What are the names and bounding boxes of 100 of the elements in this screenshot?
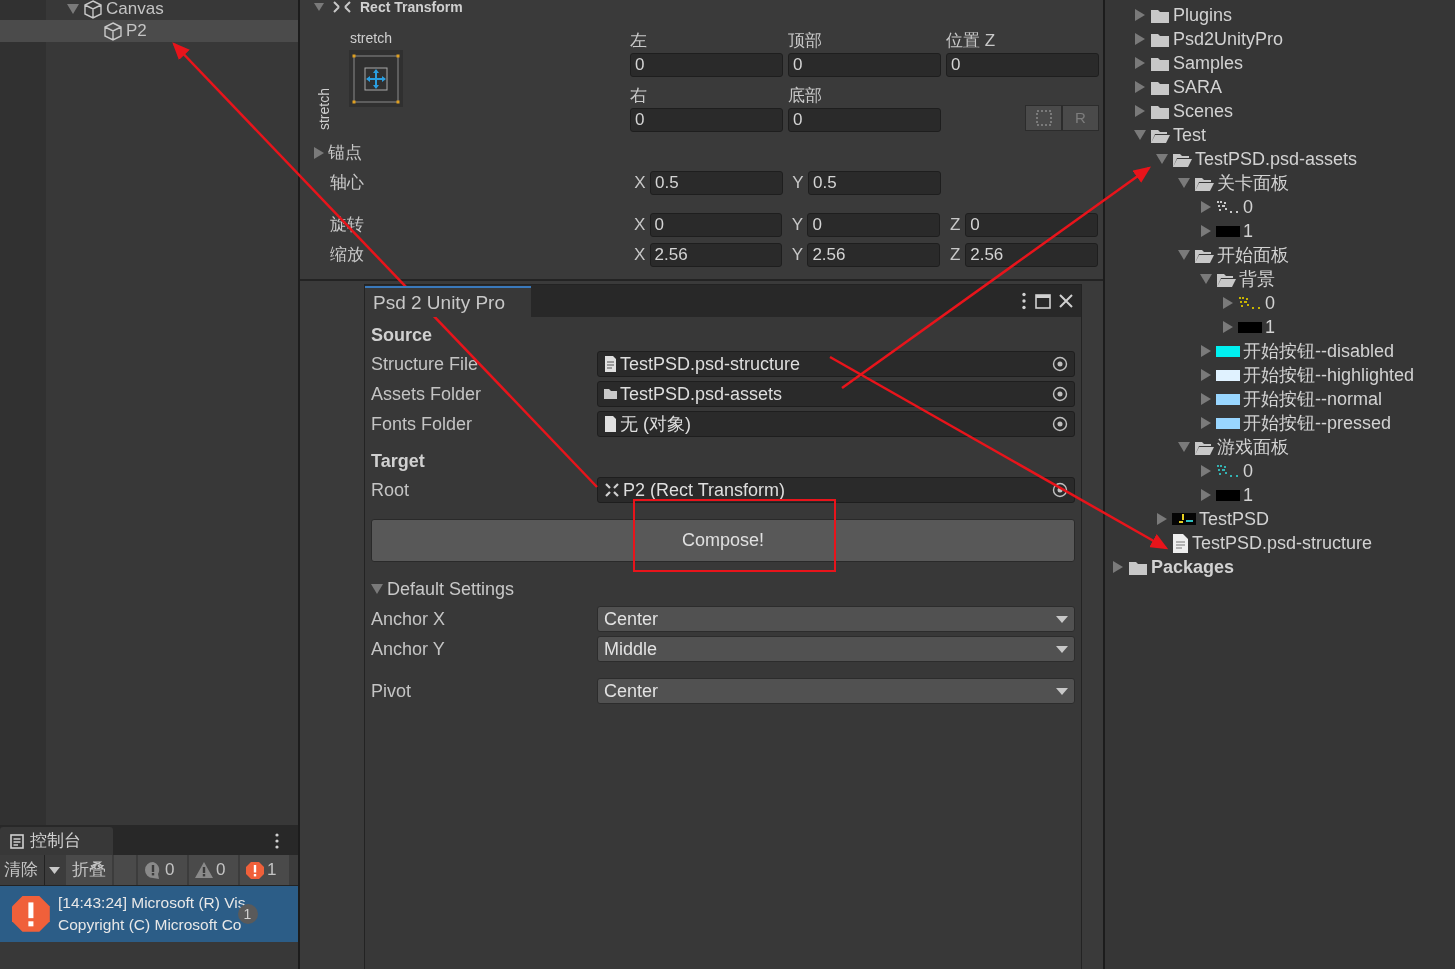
field-label: 顶部 bbox=[788, 30, 823, 52]
object-picker-icon[interactable] bbox=[1052, 386, 1068, 402]
sprite-thumbnail bbox=[1172, 513, 1196, 525]
object-field[interactable]: P2 (Rect Transform) bbox=[597, 477, 1075, 503]
hierarchy-item[interactable]: P2 bbox=[0, 20, 298, 42]
folder-icon bbox=[604, 387, 617, 401]
info-icon bbox=[144, 860, 162, 880]
expanded-arrow-icon[interactable] bbox=[1178, 250, 1190, 260]
document-icon bbox=[1172, 532, 1189, 554]
number-field[interactable]: 0.5 bbox=[650, 171, 783, 195]
collapsed-arrow-icon[interactable] bbox=[1113, 561, 1123, 573]
error-icon bbox=[12, 894, 52, 934]
number-field[interactable]: 0 bbox=[788, 53, 941, 77]
info-filter-toggle[interactable]: 0 bbox=[138, 855, 187, 885]
dropdown[interactable]: Middle bbox=[597, 636, 1075, 662]
object-field[interactable]: TestPSD.psd-structure bbox=[597, 351, 1075, 377]
axis-label: Z bbox=[949, 244, 962, 267]
number-field[interactable]: 0 bbox=[965, 213, 1098, 237]
number-field[interactable]: 0 bbox=[630, 108, 783, 132]
field-label: Anchor X bbox=[371, 607, 447, 631]
number-field[interactable]: 2.56 bbox=[807, 243, 941, 267]
compose-button[interactable]: Compose! bbox=[371, 519, 1075, 562]
object-picker-icon[interactable] bbox=[1052, 482, 1068, 498]
expanded-arrow-icon[interactable] bbox=[1134, 130, 1146, 140]
number-field[interactable]: 0 bbox=[788, 108, 941, 132]
warning-filter-toggle[interactable]: 0 bbox=[189, 855, 238, 885]
collapsed-arrow-icon[interactable] bbox=[1135, 105, 1145, 117]
anchor-vertical-label: stretch bbox=[315, 88, 333, 130]
blueprint-mode-button[interactable] bbox=[1025, 105, 1062, 131]
object-picker-icon[interactable] bbox=[1052, 416, 1068, 432]
dropdown[interactable]: Center bbox=[597, 606, 1075, 632]
caret-icon bbox=[1056, 615, 1068, 623]
collapsed-arrow-icon[interactable] bbox=[1157, 513, 1167, 525]
expanded-arrow-icon[interactable] bbox=[1178, 442, 1190, 452]
anchor-presets-button[interactable] bbox=[349, 50, 403, 107]
collapsed-arrow-icon[interactable] bbox=[1135, 81, 1145, 93]
collapsed-arrow-icon[interactable] bbox=[1223, 321, 1233, 333]
collapsed-arrow-icon[interactable] bbox=[1201, 225, 1211, 237]
collapsed-arrow-icon[interactable] bbox=[1201, 201, 1211, 213]
field-label: Assets Folder bbox=[371, 382, 483, 406]
expanded-arrow-icon[interactable] bbox=[1156, 154, 1168, 164]
caret-icon bbox=[1056, 687, 1068, 695]
field-label: 位置 Z bbox=[946, 30, 997, 52]
expanded-arrow-icon[interactable] bbox=[1200, 274, 1212, 284]
object-field[interactable]: TestPSD.psd-assets bbox=[597, 381, 1075, 407]
expanded-arrow-icon[interactable] bbox=[371, 584, 383, 594]
collapsed-arrow-icon[interactable] bbox=[1201, 345, 1211, 357]
error-icon bbox=[246, 860, 264, 880]
collapsed-arrow-icon[interactable] bbox=[1201, 465, 1211, 477]
section-heading: Source bbox=[371, 324, 434, 347]
field-label: Pivot bbox=[371, 679, 413, 703]
error-filter-toggle[interactable]: 1 bbox=[240, 855, 289, 885]
console-list-icon bbox=[10, 833, 24, 849]
console-tab[interactable]: 控制台 bbox=[0, 827, 113, 855]
object-picker-icon[interactable] bbox=[1052, 356, 1068, 372]
maximize-icon[interactable] bbox=[1035, 293, 1051, 309]
axis-label: Y bbox=[790, 244, 805, 267]
collapse-button[interactable]: 折叠 bbox=[66, 855, 112, 885]
number-field[interactable]: 2.56 bbox=[965, 243, 1098, 267]
expanded-arrow-icon[interactable] bbox=[67, 4, 79, 14]
hierarchy-item[interactable]: Canvas bbox=[0, 0, 298, 20]
caret-icon bbox=[49, 866, 60, 874]
number-field[interactable]: 2.56 bbox=[649, 243, 783, 267]
collapsed-arrow-icon[interactable] bbox=[1223, 297, 1233, 309]
number-field[interactable]: 0 bbox=[946, 53, 1099, 77]
axis-label: Y bbox=[791, 172, 805, 195]
dropdown[interactable]: Center bbox=[597, 678, 1075, 704]
rect-transform-icon bbox=[604, 482, 620, 498]
collapsed-arrow-icon[interactable] bbox=[314, 147, 324, 159]
more-options-icon[interactable] bbox=[274, 833, 280, 849]
number-field[interactable]: 0 bbox=[649, 213, 783, 237]
more-options-icon[interactable] bbox=[1021, 292, 1027, 310]
section-heading: Target bbox=[371, 450, 426, 473]
collapsed-arrow-icon[interactable] bbox=[1201, 369, 1211, 381]
document-icon bbox=[604, 356, 617, 372]
clear-button[interactable]: 清除 bbox=[0, 855, 42, 885]
collapsed-arrow-icon[interactable] bbox=[1201, 417, 1211, 429]
collapsed-arrow-icon[interactable] bbox=[1201, 393, 1211, 405]
expanded-arrow-icon[interactable] bbox=[1178, 178, 1190, 188]
field-label: Root bbox=[371, 478, 411, 502]
cube-icon bbox=[104, 21, 122, 41]
window-tab[interactable]: Psd 2 Unity Pro bbox=[365, 286, 531, 317]
collapsed-arrow-icon[interactable] bbox=[314, 3, 324, 11]
collapsed-arrow-icon[interactable] bbox=[1135, 57, 1145, 69]
close-icon[interactable] bbox=[1059, 294, 1073, 308]
number-field[interactable]: 0 bbox=[807, 213, 941, 237]
number-field[interactable]: 0 bbox=[630, 53, 783, 77]
collapsed-arrow-icon[interactable] bbox=[1135, 9, 1145, 21]
blank-file-icon bbox=[604, 416, 617, 432]
collapsed-arrow-icon[interactable] bbox=[1135, 33, 1145, 45]
number-field[interactable]: 0.5 bbox=[808, 171, 941, 195]
foldout-label[interactable]: 锚点 bbox=[328, 140, 362, 166]
object-field[interactable]: 无 (对象) bbox=[597, 411, 1075, 437]
field-label: 缩放 bbox=[329, 244, 365, 267]
collapsed-arrow-icon[interactable] bbox=[1201, 489, 1211, 501]
field-label: Structure File bbox=[371, 352, 480, 376]
axis-label: Y bbox=[790, 214, 805, 237]
clear-on-play-toggle[interactable] bbox=[114, 855, 136, 885]
field-label: 轴心 bbox=[329, 172, 365, 195]
foldout-label[interactable]: Default Settings bbox=[387, 575, 515, 603]
